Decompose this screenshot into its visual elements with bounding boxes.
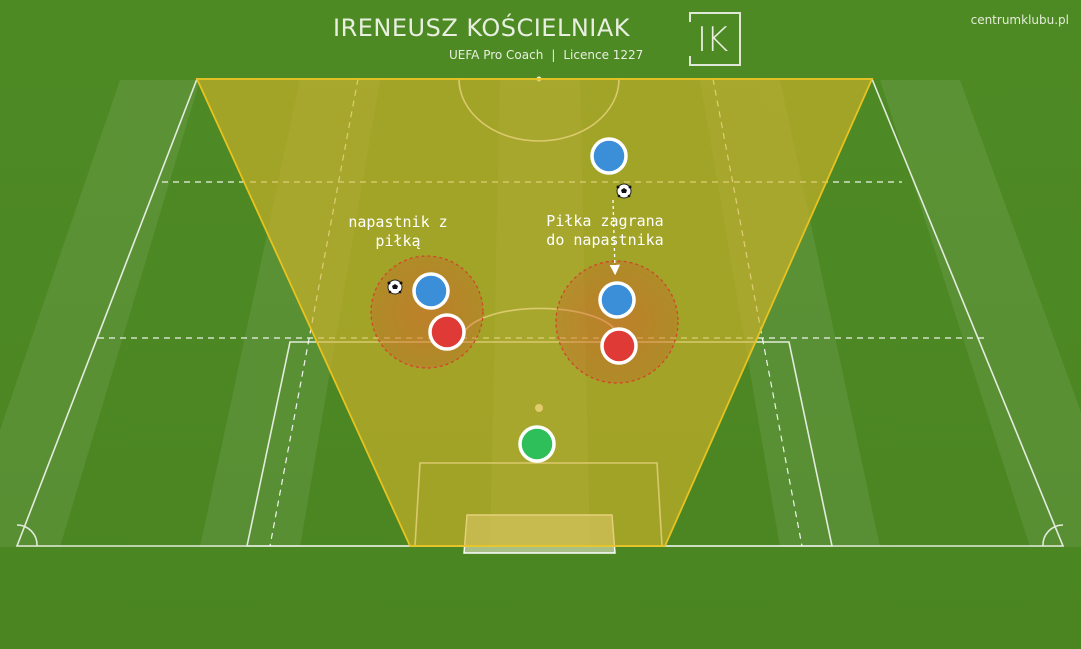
soccer-ball-icon [616, 183, 632, 199]
player-red-left [428, 313, 466, 351]
annotation-striker-with-ball: napastnik z piłką [348, 213, 448, 250]
coach-name: IRENEUSZ KOŚCIELNIAK [333, 14, 631, 42]
site-url: centrumklubu.pl [970, 13, 1069, 27]
coach-credentials: UEFA Pro Coach | Licence 1227 [449, 48, 643, 62]
coach-licence: Licence 1227 [563, 48, 644, 62]
logo-letters: IK [697, 20, 728, 60]
pitch-diagram [0, 0, 1081, 649]
pressure-ring-right [555, 260, 679, 384]
coach-role: UEFA Pro Coach [449, 48, 544, 62]
annotation-ball-passed: Piłka zagrana do napastnika [546, 212, 664, 249]
soccer-ball-icon [387, 279, 403, 295]
tactics-board: IRENEUSZ KOŚCIELNIAK UEFA Pro Coach | Lice… [0, 0, 1081, 649]
player-blue-top [590, 137, 628, 175]
player-blue-left [412, 272, 450, 310]
ik-logo: IK [689, 12, 741, 66]
player-red-right [600, 327, 638, 365]
player-goalkeeper [518, 425, 556, 463]
credentials-separator: | [551, 48, 556, 62]
player-blue-right [598, 281, 636, 319]
